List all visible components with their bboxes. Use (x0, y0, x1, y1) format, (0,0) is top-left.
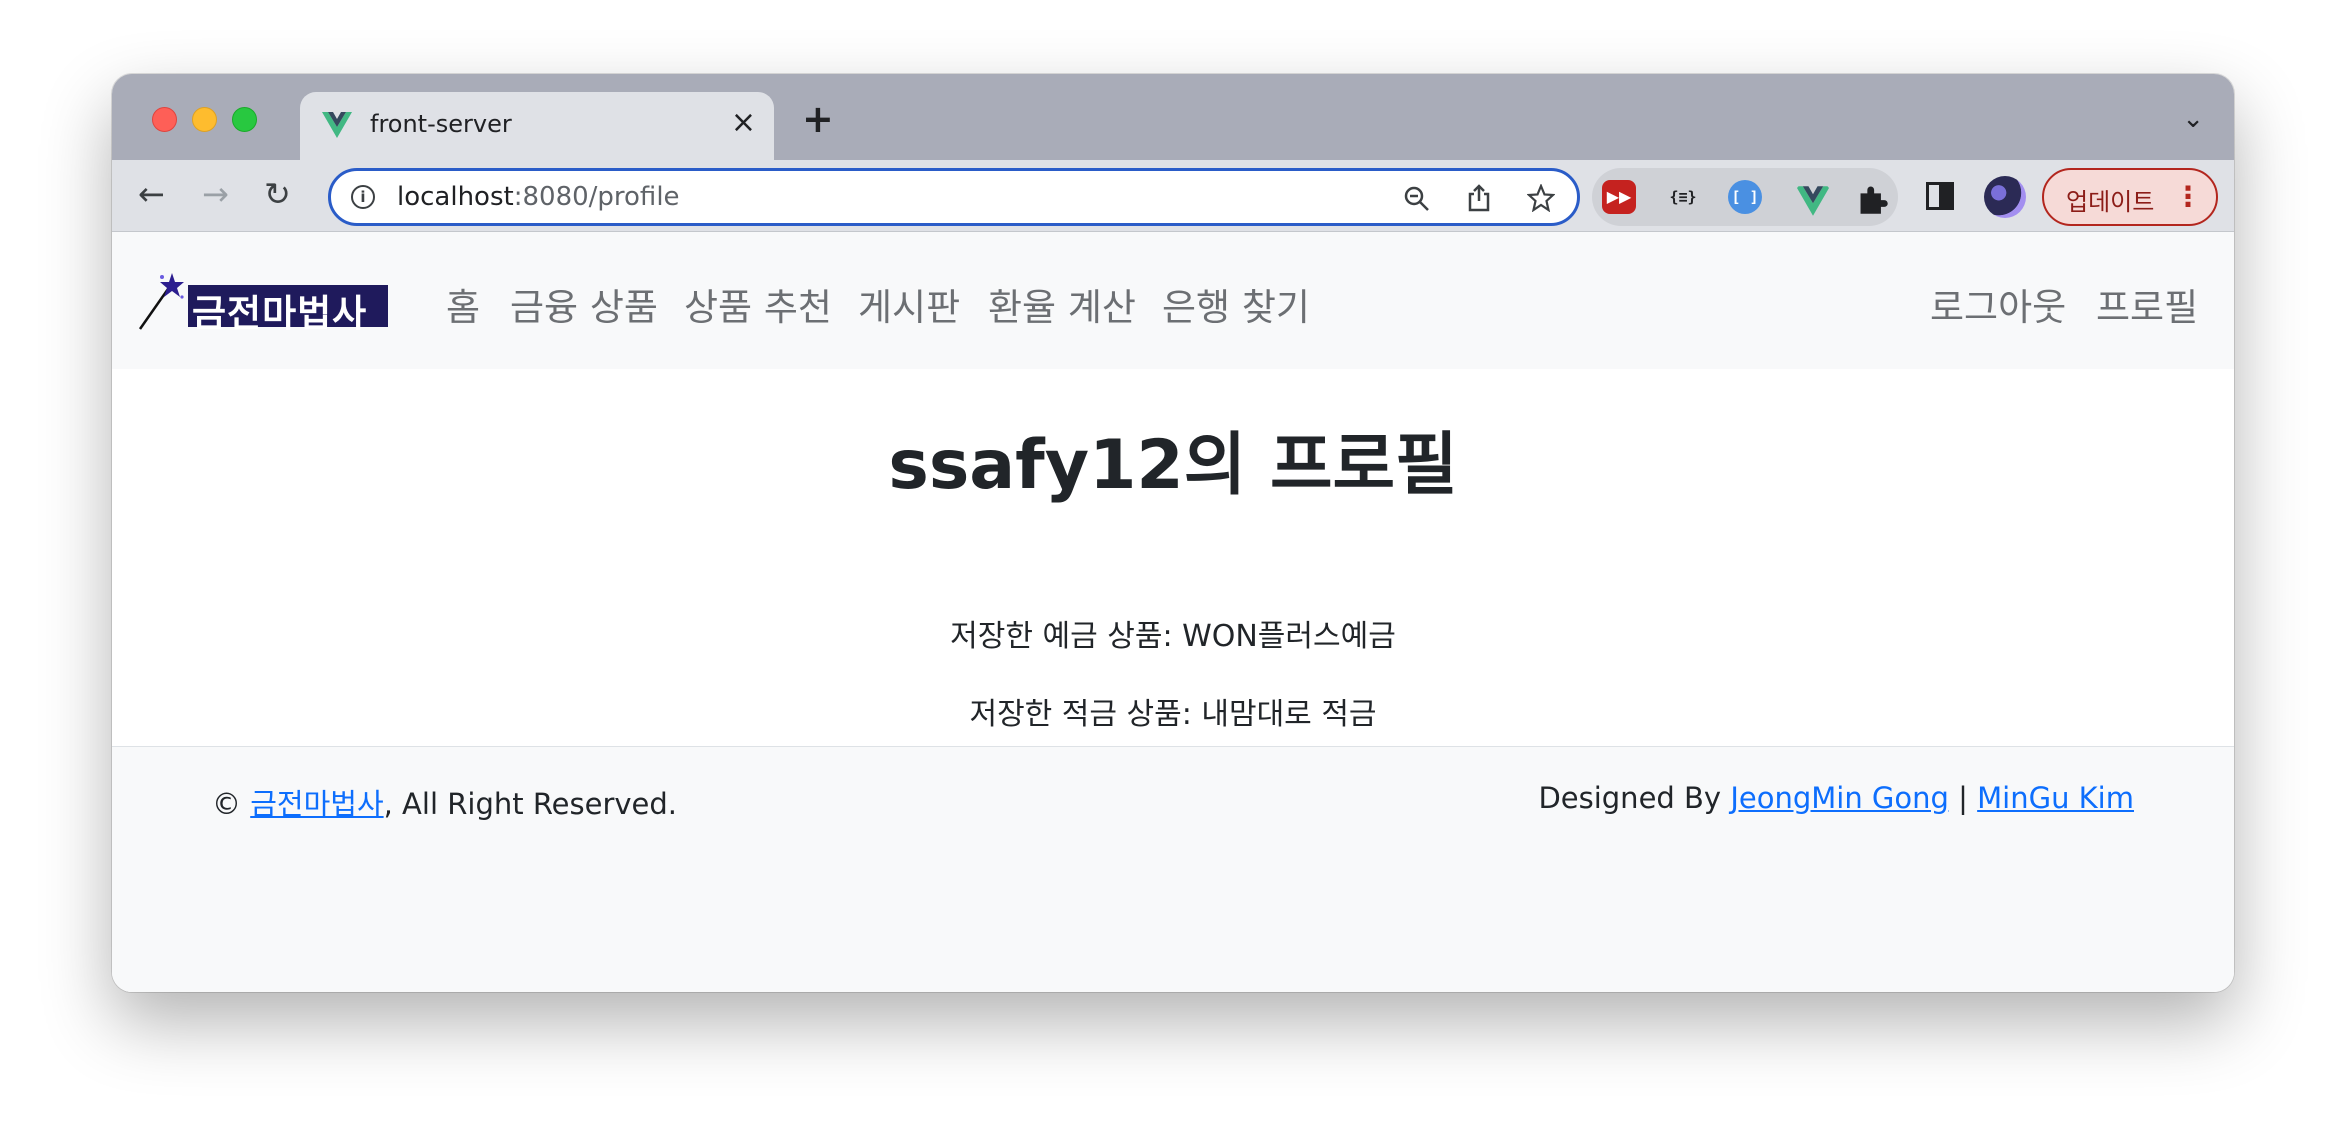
profile-title: ssafy12의 프로필 (888, 426, 1458, 505)
address-bar[interactable]: i localhost:8080/profile (328, 168, 1580, 226)
nav-link-profile[interactable]: 프로필 (2096, 277, 2198, 331)
footer-copyright: © 금전마법사, All Right Reserved. (212, 781, 677, 823)
nav-link-board[interactable]: 게시판 (858, 277, 960, 331)
nav-link-bank-finder[interactable]: 은행 찾기 (1162, 277, 1310, 331)
footer-credits: Designed By JeongMin Gong | MinGu Kim (1538, 781, 2134, 815)
footer-brand-link[interactable]: 금전마법사 (250, 787, 383, 821)
update-button[interactable]: 업데이트 ⋮ (2042, 168, 2218, 226)
footer-rights-text: , All Right Reserved. (383, 787, 678, 821)
web-page: 금전마법사 홈 금융 상품 상품 추천 게시판 환율 계산 은행 찾기 로그아웃… (112, 233, 2234, 992)
update-label: 업데이트 (2066, 188, 2155, 216)
close-window-button[interactable] (152, 107, 177, 132)
zoom-out-icon[interactable] (1403, 185, 1431, 213)
designer-link-jeongmin-gong[interactable]: JeongMin Gong (1730, 781, 1949, 815)
back-arrow-icon[interactable]: ← (138, 174, 165, 214)
new-tab-button[interactable]: + (802, 100, 834, 138)
logo-text: 금전마법사 (192, 292, 368, 335)
json-viewer-extension-icon[interactable]: {≡} (1666, 180, 1700, 214)
site-navbar: 금전마법사 홈 금융 상품 상품 추천 게시판 환율 계산 은행 찾기 로그아웃… (112, 233, 2234, 369)
url-host: localhost (397, 182, 514, 212)
url-path: :8080/profile (513, 182, 680, 212)
kebab-menu-icon[interactable]: ⋮ (2174, 180, 2202, 213)
share-icon[interactable] (1465, 183, 1493, 213)
nav-link-product-recommendation[interactable]: 상품 추천 (684, 277, 832, 331)
browser-window: front-server × + ⌄ ← → ↻ i localhost:808… (112, 74, 2234, 992)
designer-link-mingu-kim[interactable]: MinGu Kim (1977, 781, 2134, 815)
profile-avatar[interactable] (1984, 176, 2026, 218)
nav-link-financial-products[interactable]: 금융 상품 (510, 277, 658, 331)
minimize-window-button[interactable] (192, 107, 217, 132)
site-footer: © 금전마법사, All Right Reserved. Designed By… (112, 746, 2234, 992)
tab-close-icon[interactable]: × (731, 108, 756, 138)
saved-savings-product: 저장한 적금 상품: 내맘대로 적금 (969, 697, 1377, 732)
bookmark-star-icon[interactable] (1527, 184, 1555, 212)
credits-separator: | (1958, 781, 1968, 815)
nav-link-logout[interactable]: 로그아웃 (1930, 277, 2066, 331)
nav-link-home[interactable]: 홈 (446, 277, 480, 331)
url-text[interactable]: localhost:8080/profile (397, 182, 680, 212)
side-panel-icon[interactable] (1926, 182, 1954, 210)
tab-search-chevron-icon[interactable]: ⌄ (2182, 104, 2204, 134)
tab-title: front-server (370, 110, 512, 138)
reload-icon[interactable]: ↻ (264, 174, 291, 214)
tab-strip: front-server × + ⌄ (112, 74, 2234, 160)
youtube-extension-icon[interactable]: ▶▶ (1602, 180, 1636, 214)
site-logo[interactable]: 금전마법사 (138, 271, 394, 335)
browser-toolbar: ← → ↻ i localhost:8080/profile ▶▶ {≡} [ (112, 160, 2234, 232)
extensions-puzzle-icon[interactable] (1856, 182, 1890, 216)
saved-deposit-product: 저장한 예금 상품: WON플러스예금 (950, 619, 1396, 654)
copyright-symbol: © (212, 787, 241, 821)
bracket-extension-icon[interactable]: [ ] (1728, 180, 1762, 214)
maximize-window-button[interactable] (232, 107, 257, 132)
nav-link-exchange-rate[interactable]: 환율 계산 (988, 277, 1136, 331)
vue-logo-icon (322, 112, 352, 138)
tab-front-server[interactable]: front-server × (300, 92, 774, 160)
vue-devtools-extension-icon[interactable] (1796, 184, 1830, 218)
designed-by-label: Designed By (1538, 781, 1722, 815)
extensions-group: ▶▶ {≡} [ ] (1592, 168, 1898, 226)
forward-arrow-icon[interactable]: → (202, 174, 229, 214)
site-info-icon[interactable]: i (351, 185, 375, 209)
